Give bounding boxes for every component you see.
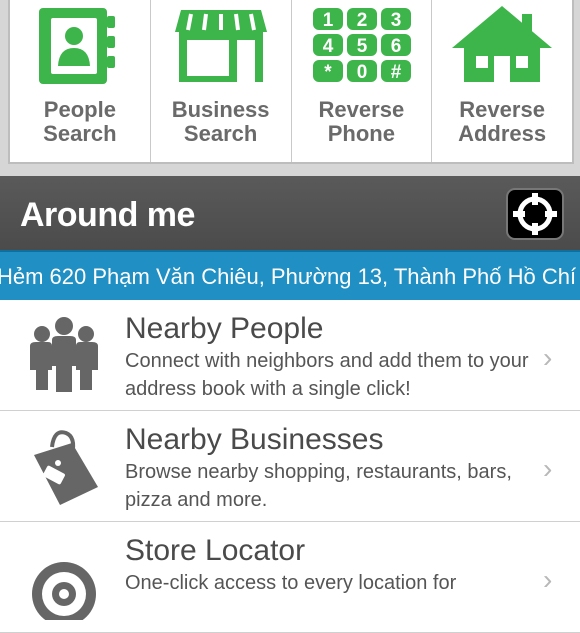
crosshair-icon (513, 193, 557, 235)
nearby-businesses-title: Nearby Businesses (125, 423, 384, 456)
store-locator-title: Store Locator (125, 534, 306, 567)
keypad-key-label: 5 (357, 36, 368, 57)
keypad-key-label: 3 (391, 10, 402, 31)
keypad-icon: 1 2 3 4 5 6 * 0 # (313, 8, 412, 83)
around-me-header: Around me (0, 176, 580, 250)
nearby-people-description: Connect with neighbors and add them to y… (125, 350, 529, 400)
search-tiles-grid: People Search Business Search 1 2 3 4 5 6 * 0 # … (8, 0, 574, 164)
chevron-right-icon: › (543, 564, 553, 595)
store-locator-row[interactable]: Store Locator One-click access to every … (0, 522, 580, 633)
reverse-phone-label: Reverse Phone (318, 97, 405, 146)
nearby-businesses-description: Browse nearby shopping, restaurants, bar… (125, 461, 512, 511)
house-icon (452, 6, 553, 82)
shopping-bag-icon (34, 430, 98, 505)
keypad-key-label: 1 (323, 10, 334, 31)
keypad-key-label: 0 (357, 62, 368, 83)
reverse-phone-tile[interactable]: 1 2 3 4 5 6 * 0 # Reverse Phone (292, 0, 433, 162)
search-tiles-panel: People Search Business Search 1 2 3 4 5 6 * 0 # … (0, 0, 580, 176)
business-search-label: Business Search (171, 97, 270, 146)
address-book-icon (38, 8, 115, 84)
keypad-key-label: 2 (357, 10, 368, 31)
nearby-businesses-row[interactable]: Nearby Businesses Browse nearby shopping… (0, 411, 580, 522)
keypad-key-label: 4 (323, 36, 334, 57)
chevron-right-icon: › (543, 453, 553, 484)
business-search-tile[interactable]: Business Search (151, 0, 292, 162)
people-search-tile[interactable]: People Search (10, 0, 151, 162)
nearby-list: Nearby People Connect with neighbors and… (0, 300, 580, 633)
nearby-people-row[interactable]: Nearby People Connect with neighbors and… (0, 300, 580, 411)
reverse-address-tile[interactable]: Reverse Address (432, 0, 572, 162)
keypad-key-label: # (391, 62, 402, 83)
nearby-people-title: Nearby People (125, 312, 324, 345)
locate-me-button[interactable] (506, 188, 564, 240)
people-search-label: People Search (43, 97, 117, 146)
keypad-key-label: 6 (391, 36, 402, 57)
current-address: Hẻm 620 Phạm Văn Chiêu, Phường 13, Thành… (0, 264, 580, 289)
reverse-address-label: Reverse Address (458, 97, 547, 146)
around-me-title: Around me (20, 196, 195, 234)
people-group-icon (30, 317, 98, 392)
target-icon (32, 562, 96, 620)
store-locator-description: One-click access to every location for (125, 572, 457, 594)
keypad-key-label: * (325, 62, 333, 83)
chevron-right-icon: › (543, 342, 553, 373)
current-location-bar[interactable]: Hẻm 620 Phạm Văn Chiêu, Phường 13, Thành… (0, 250, 580, 302)
storefront-icon (174, 10, 267, 82)
